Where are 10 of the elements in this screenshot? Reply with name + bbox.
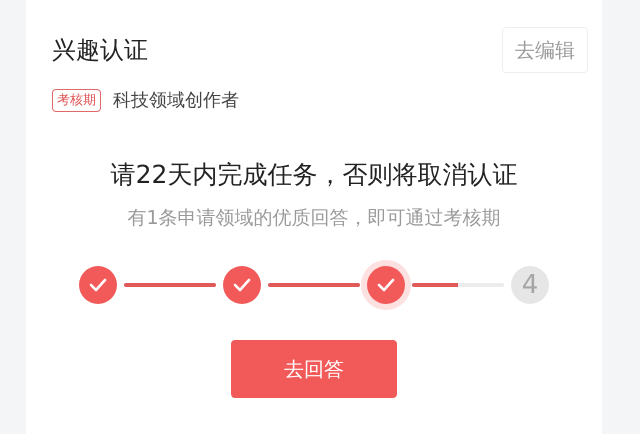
edit-button[interactable]: 去编辑 — [502, 27, 588, 73]
check-icon — [377, 278, 395, 292]
status-tag: 考核期 — [52, 88, 101, 112]
section-title: 兴趣认证 — [52, 35, 148, 66]
subtitle: 有1条申请领域的优质回答，即可通过考核期 — [126, 206, 502, 230]
headline: 请22天内完成任务，否则将取消认证 — [110, 159, 518, 191]
check-icon — [89, 278, 107, 292]
check-icon — [233, 278, 251, 292]
answer-button[interactable]: 去回答 — [231, 340, 397, 398]
field-label: 科技领域创作者 — [113, 89, 239, 113]
